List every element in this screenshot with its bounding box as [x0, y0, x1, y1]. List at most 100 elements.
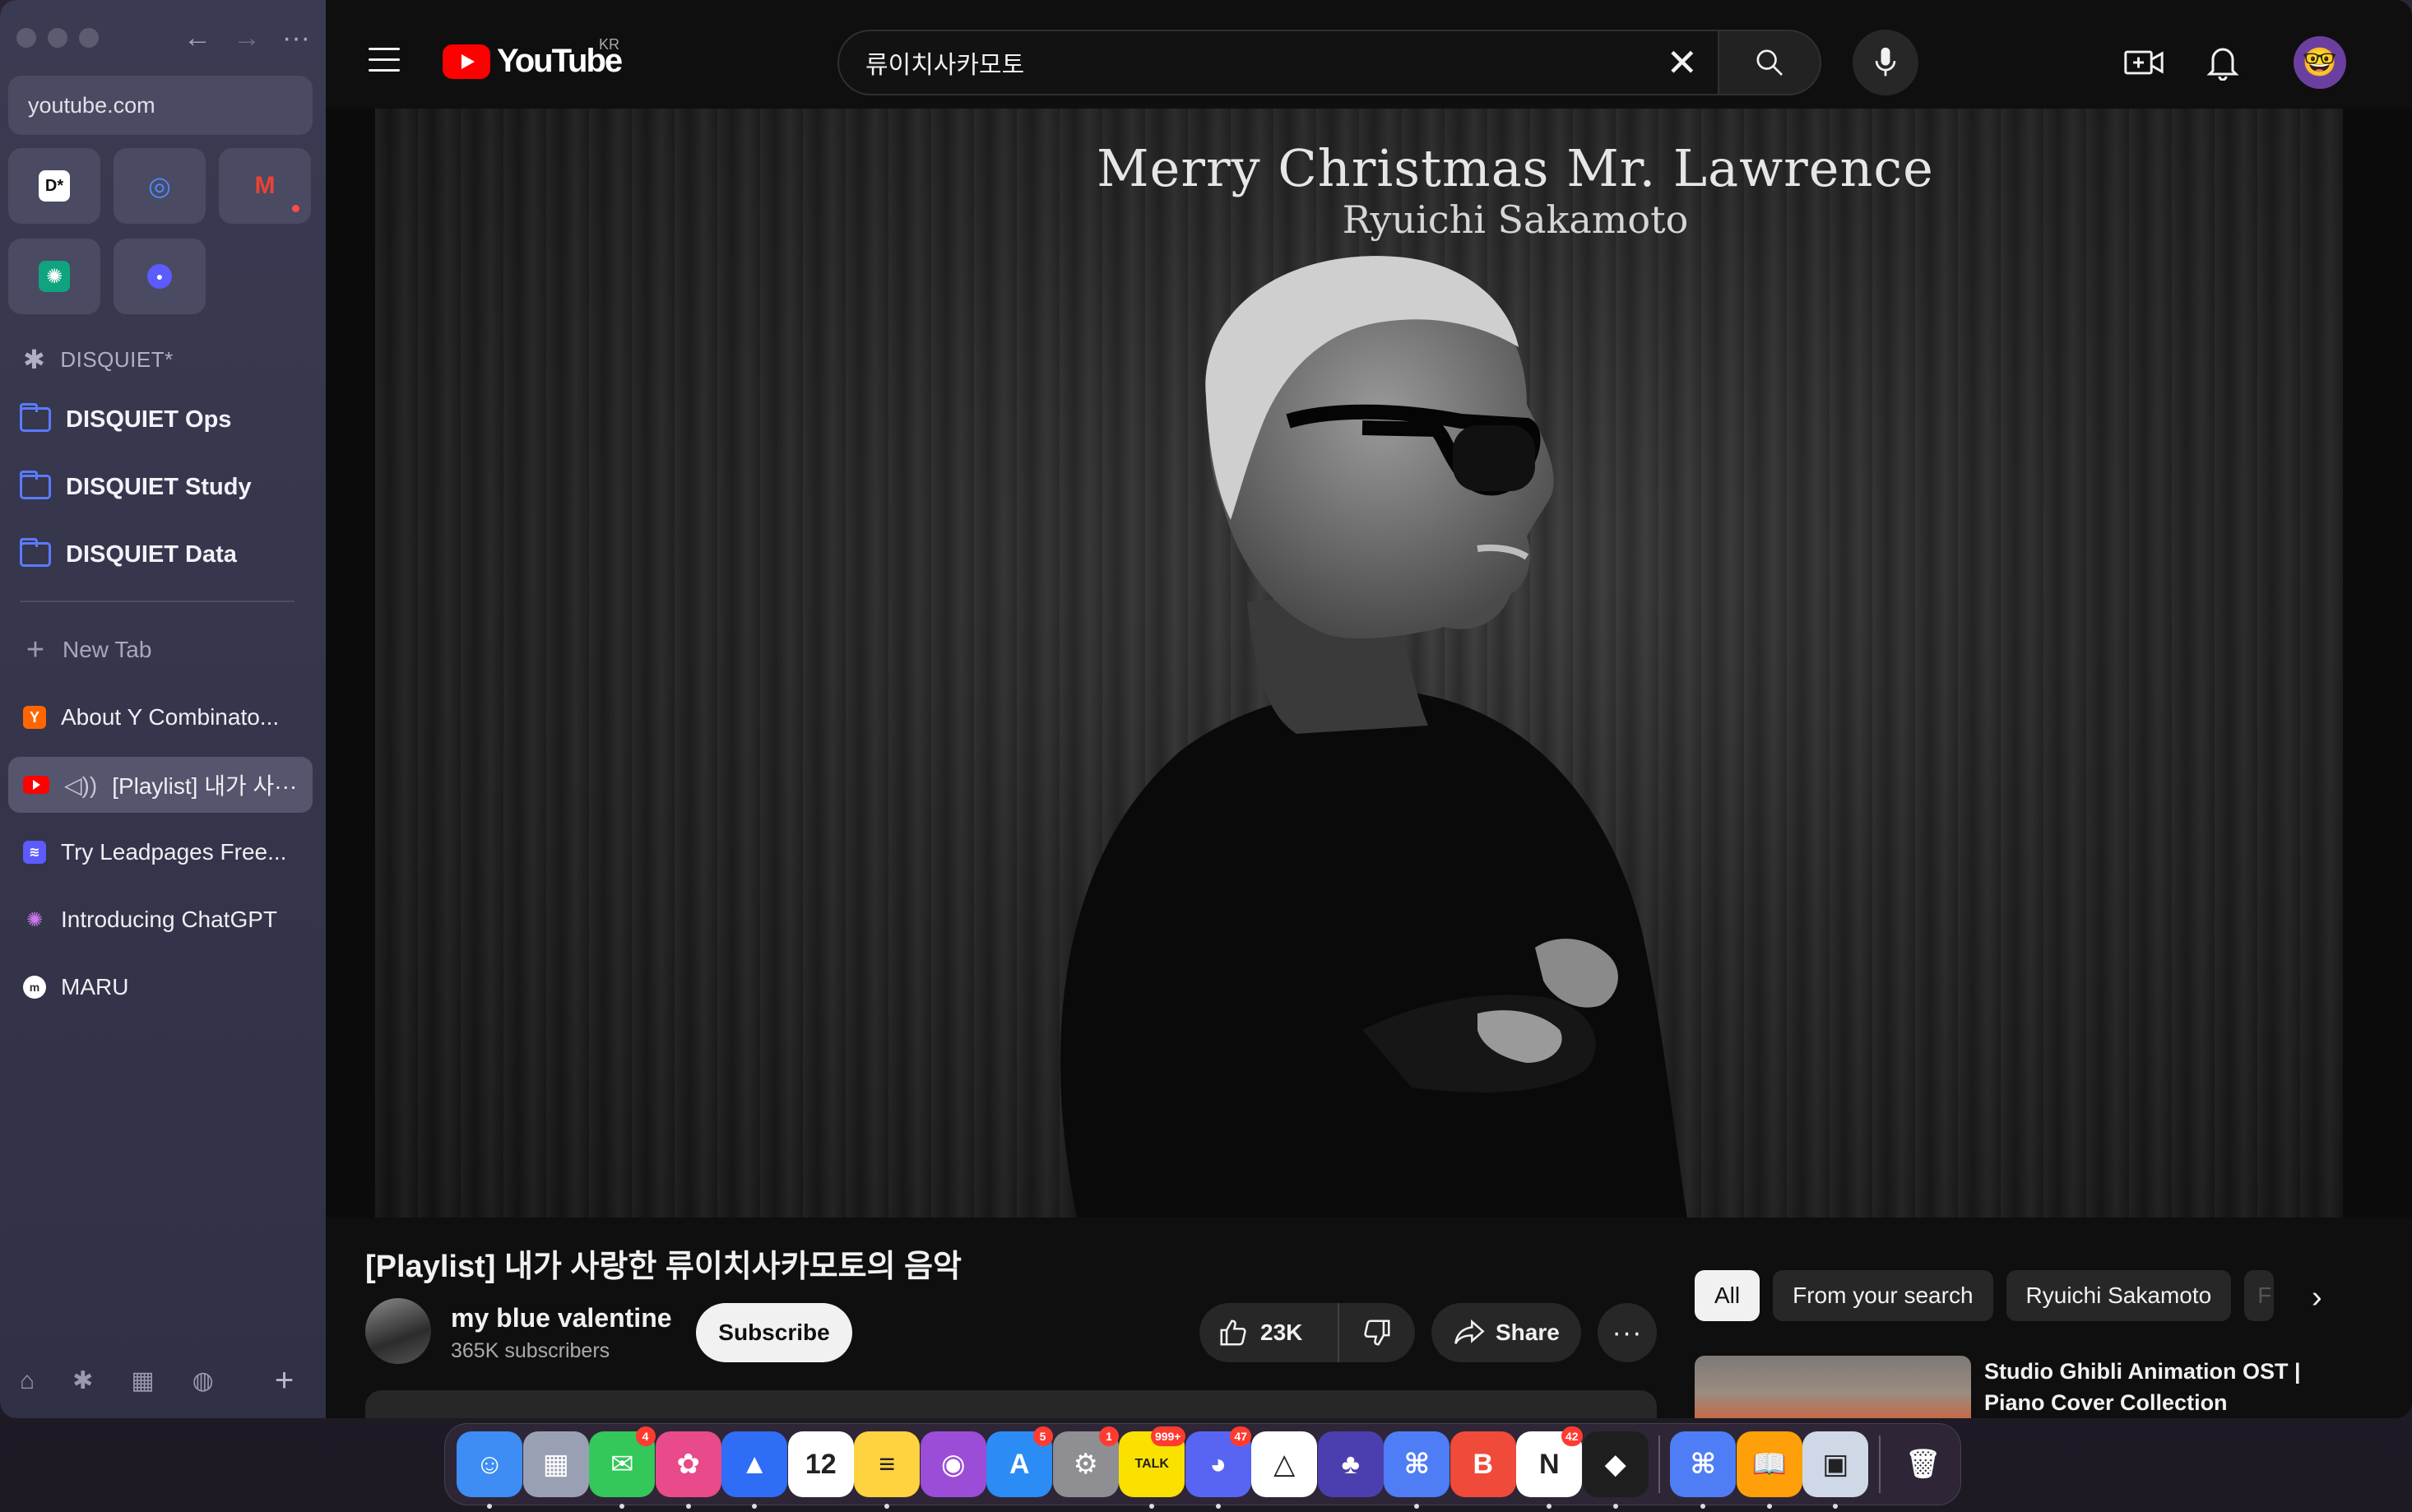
url-bar[interactable]: youtube.com: [8, 76, 313, 135]
close-window-button[interactable]: [16, 28, 36, 48]
gmail-icon: M: [254, 172, 276, 199]
chip-truncated[interactable]: F: [2244, 1270, 2275, 1321]
channel-avatar[interactable]: [365, 1298, 431, 1364]
dock-separator: [1878, 1435, 1881, 1493]
bell-icon: [2206, 48, 2239, 81]
pinned-chatgpt[interactable]: ✺: [8, 239, 100, 314]
folder-disquiet-data[interactable]: DISQUIET Data: [20, 530, 237, 579]
search-input[interactable]: 류이치사카모토 ✕: [837, 30, 1719, 95]
channel-name[interactable]: my blue valentine: [451, 1303, 672, 1333]
ycombinator-icon: Y: [23, 706, 46, 729]
youtube-logo[interactable]: YouTube: [443, 43, 623, 80]
dock-item-photo-editor[interactable]: ✿: [655, 1431, 722, 1509]
chevron-right-icon[interactable]: ›: [2312, 1280, 2322, 1315]
tab-leadpages[interactable]: ≋ Try Leadpages Free...: [8, 824, 313, 880]
youtube-header: YouTube KR 류이치사카모토 ✕ 🤓: [326, 0, 2412, 109]
plus-icon: +: [26, 632, 45, 667]
share-button[interactable]: Share: [1431, 1303, 1581, 1362]
pinned-dot-app[interactable]: ●: [114, 239, 206, 314]
dock-item-discord[interactable]: ◕ 47: [1185, 1426, 1251, 1509]
minimize-window-button[interactable]: [48, 28, 67, 48]
unread-dot: [292, 205, 299, 212]
dock-item-launchpad[interactable]: ▦: [522, 1431, 590, 1497]
user-avatar[interactable]: 🤓: [2294, 36, 2346, 89]
forward-arrow-icon[interactable]: →: [232, 21, 262, 54]
more-actions-icon[interactable]: ···: [1598, 1303, 1657, 1362]
add-space-icon[interactable]: +: [275, 1362, 294, 1399]
more-dots-icon[interactable]: ···: [281, 21, 311, 54]
space-label[interactable]: ✱ DISQUIET*: [23, 344, 174, 375]
tab-y-combinator[interactable]: Y About Y Combinato...: [8, 689, 313, 745]
dock-item-podcasts[interactable]: ◉: [920, 1431, 987, 1497]
running-indicator: [884, 1504, 890, 1509]
dock-item-preview[interactable]: ▣: [1802, 1431, 1869, 1509]
create-video-icon: [2124, 50, 2164, 75]
search-query: 류이치사카모토: [865, 52, 1025, 79]
preview-icon: ▣: [1802, 1431, 1869, 1497]
disquiet-icon: D*: [39, 170, 70, 202]
zoom-window-button[interactable]: [79, 28, 99, 48]
sidebar-divider: [20, 601, 295, 602]
archive-icon[interactable]: ⌂: [20, 1367, 35, 1395]
dock-item-arc[interactable]: ⌘: [1384, 1431, 1450, 1509]
menu-icon[interactable]: [369, 48, 400, 80]
chatgpt-icon: ✺: [39, 261, 70, 292]
video-frame-image: [1060, 256, 1687, 1217]
running-indicator: [1414, 1504, 1420, 1509]
dislike-button[interactable]: [1339, 1303, 1415, 1362]
channel-subscriber-count: 365K subscribers: [451, 1339, 610, 1362]
chip-all[interactable]: All: [1695, 1270, 1760, 1321]
dock-item-bear[interactable]: B: [1450, 1431, 1517, 1497]
tab-maru[interactable]: m MARU: [8, 959, 313, 1015]
new-tab-button[interactable]: + New Tab: [8, 622, 313, 678]
dock-item-arc-alt[interactable]: △: [1251, 1431, 1318, 1497]
dock-item-finder[interactable]: ☺: [457, 1431, 523, 1509]
notifications-button[interactable]: [2196, 36, 2249, 89]
speaker-icon[interactable]: ◁)): [64, 772, 97, 799]
youtube-icon: [23, 776, 49, 794]
recommended-video-title[interactable]: Studio Ghibli Animation OST | Piano Cove…: [1984, 1356, 2330, 1418]
video-player[interactable]: Merry Christmas Mr. Lawrence Ryuichi Sak…: [375, 109, 2343, 1217]
window-controls: [16, 28, 99, 48]
dock-item-books[interactable]: 📖: [1736, 1431, 1803, 1509]
back-arrow-icon[interactable]: ←: [183, 21, 212, 54]
dock-item-linear[interactable]: ♣: [1317, 1431, 1385, 1497]
running-indicator: [752, 1504, 758, 1509]
space-asterisk-icon[interactable]: ✱: [72, 1366, 93, 1395]
dock-item-kakaotalk[interactable]: TALK 999+: [1119, 1426, 1185, 1509]
bear-icon: B: [1450, 1431, 1516, 1497]
like-dislike-group: 23K: [1199, 1303, 1415, 1362]
grid-icon[interactable]: ▦: [131, 1366, 154, 1395]
chip-ryuichi-sakamoto[interactable]: Ryuichi Sakamoto: [2006, 1270, 2232, 1321]
space-switch-icon[interactable]: ◍: [192, 1366, 214, 1395]
dock-item-notes[interactable]: ≡: [854, 1431, 921, 1509]
asterisk-icon: ✱: [23, 345, 46, 374]
create-video-button[interactable]: [2117, 36, 2170, 89]
running-indicator: [1700, 1504, 1706, 1509]
description-box[interactable]: [365, 1390, 1657, 1418]
search-button[interactable]: [1719, 30, 1821, 95]
dock-item-messages[interactable]: ✉ 4: [589, 1426, 656, 1509]
dock-item-notion[interactable]: N 42: [1516, 1426, 1583, 1509]
recommended-video-thumbnail[interactable]: [1695, 1356, 1971, 1418]
like-button[interactable]: 23K: [1199, 1303, 1339, 1362]
pinned-disquiet[interactable]: D*: [8, 148, 100, 224]
pinned-target[interactable]: ◎: [114, 148, 206, 224]
dock-item-trash[interactable]: 🗑: [1890, 1431, 1957, 1497]
dock-item-spark[interactable]: ▲: [721, 1431, 788, 1509]
folder-disquiet-study[interactable]: DISQUIET Study: [20, 462, 252, 512]
subscribe-button[interactable]: Subscribe: [696, 1303, 852, 1362]
dock-item-system-settings[interactable]: ⚙ 1: [1052, 1426, 1119, 1497]
arc-alt-icon: △: [1251, 1431, 1318, 1497]
dock-item-app-store[interactable]: A5: [986, 1426, 1053, 1497]
dock-item-arc-recent[interactable]: ⌘: [1670, 1431, 1737, 1509]
folder-disquiet-ops[interactable]: DISQUIET Ops: [20, 395, 231, 444]
clear-search-icon[interactable]: ✕: [1666, 43, 1698, 82]
dock-item-calendar[interactable]: 12: [787, 1431, 855, 1497]
chip-from-your-search[interactable]: From your search: [1773, 1270, 1993, 1321]
voice-search-button[interactable]: [1853, 30, 1918, 95]
dock-item-figma[interactable]: ◆: [1582, 1431, 1649, 1509]
tab-chatgpt[interactable]: ✺ Introducing ChatGPT: [8, 892, 313, 948]
pinned-gmail[interactable]: M: [219, 148, 311, 224]
tab-youtube-playlist[interactable]: ◁)) [Playlist] 내가 사···: [8, 757, 313, 813]
